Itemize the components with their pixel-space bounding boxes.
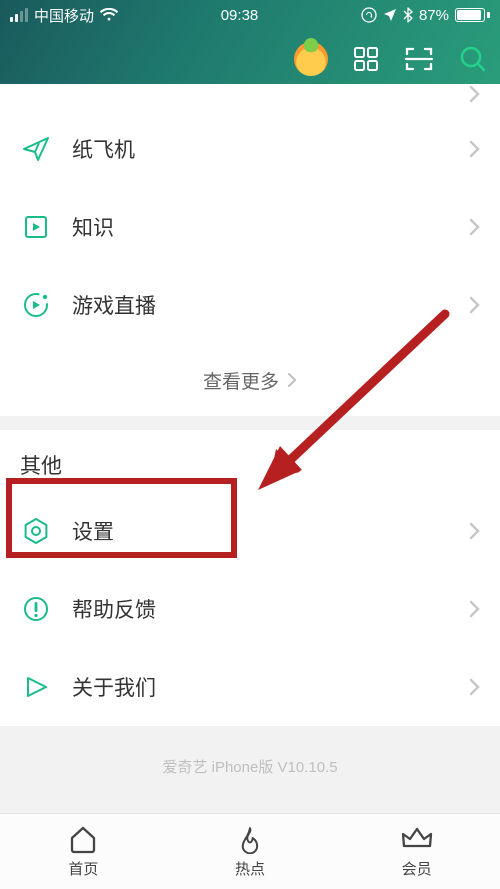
see-more-button[interactable]: 查看更多 bbox=[0, 344, 500, 416]
wifi-icon bbox=[100, 8, 118, 22]
tab-vip[interactable]: 会员 bbox=[333, 814, 500, 889]
list-item-label: 游戏直播 bbox=[72, 290, 468, 320]
home-icon bbox=[67, 824, 99, 854]
tab-label: 首页 bbox=[68, 858, 98, 879]
tab-label: 会员 bbox=[402, 858, 432, 879]
tab-bar: 首页 热点 会员 bbox=[0, 813, 500, 889]
list-item[interactable]: 知识 bbox=[0, 188, 500, 266]
carrier-label: 中国移动 bbox=[34, 5, 94, 26]
gear-icon bbox=[20, 515, 52, 547]
play-icon bbox=[20, 671, 52, 703]
chevron-right-icon bbox=[468, 599, 480, 619]
chevron-right-icon bbox=[468, 521, 480, 541]
chevron-right-icon bbox=[468, 139, 480, 159]
chevron-right-icon bbox=[468, 84, 480, 104]
section-title-other: 其他 bbox=[0, 430, 500, 492]
search-icon[interactable] bbox=[458, 44, 488, 74]
list-item[interactable]: 纸飞机 bbox=[0, 110, 500, 188]
chevron-right-icon bbox=[287, 372, 297, 388]
list-item-label: 设置 bbox=[72, 516, 468, 546]
knowledge-icon bbox=[20, 211, 52, 243]
fire-icon bbox=[235, 824, 265, 854]
about-row[interactable]: 关于我们 bbox=[0, 648, 500, 726]
header-toolbar bbox=[294, 42, 488, 76]
tab-home[interactable]: 首页 bbox=[0, 814, 167, 889]
settings-row[interactable]: 设置 bbox=[0, 492, 500, 570]
list-item[interactable]: VIP 宽市 bbox=[0, 84, 500, 110]
content-area: VIP 宽市 纸飞机 知识 游戏直播 查看更多 bbox=[0, 84, 500, 813]
help-row[interactable]: 帮助反馈 bbox=[0, 570, 500, 648]
lock-rotation-icon bbox=[361, 7, 377, 23]
avatar-icon[interactable] bbox=[294, 42, 328, 76]
list-item[interactable]: 游戏直播 bbox=[0, 266, 500, 344]
clock-label: 09:38 bbox=[221, 7, 259, 24]
list-item-label: 关于我们 bbox=[72, 672, 468, 702]
paper-plane-icon bbox=[20, 133, 52, 165]
tab-label: 热点 bbox=[235, 858, 265, 879]
game-live-icon bbox=[20, 289, 52, 321]
crown-icon bbox=[400, 824, 434, 854]
grid-icon[interactable] bbox=[352, 45, 380, 73]
status-bar: 中国移动 09:38 87% bbox=[0, 0, 500, 26]
scan-icon[interactable] bbox=[404, 45, 434, 73]
tab-hot[interactable]: 热点 bbox=[167, 814, 334, 889]
section-gap bbox=[0, 416, 500, 430]
help-icon bbox=[20, 593, 52, 625]
list-item-label: 纸飞机 bbox=[72, 134, 468, 164]
bluetooth-icon bbox=[403, 7, 413, 23]
list-item-label: 知识 bbox=[72, 212, 468, 242]
see-more-label: 查看更多 bbox=[203, 367, 279, 394]
chevron-right-icon bbox=[468, 217, 480, 237]
chevron-right-icon bbox=[468, 677, 480, 697]
app-header: 中国移动 09:38 87% bbox=[0, 0, 500, 84]
chevron-right-icon bbox=[468, 295, 480, 315]
signal-icon bbox=[10, 8, 28, 22]
version-label: 爱奇艺 iPhone版 V10.10.5 bbox=[0, 726, 500, 813]
battery-pct-label: 87% bbox=[419, 7, 449, 24]
battery-icon bbox=[455, 8, 490, 22]
location-icon bbox=[383, 8, 397, 22]
list-item-label: 帮助反馈 bbox=[72, 594, 468, 624]
